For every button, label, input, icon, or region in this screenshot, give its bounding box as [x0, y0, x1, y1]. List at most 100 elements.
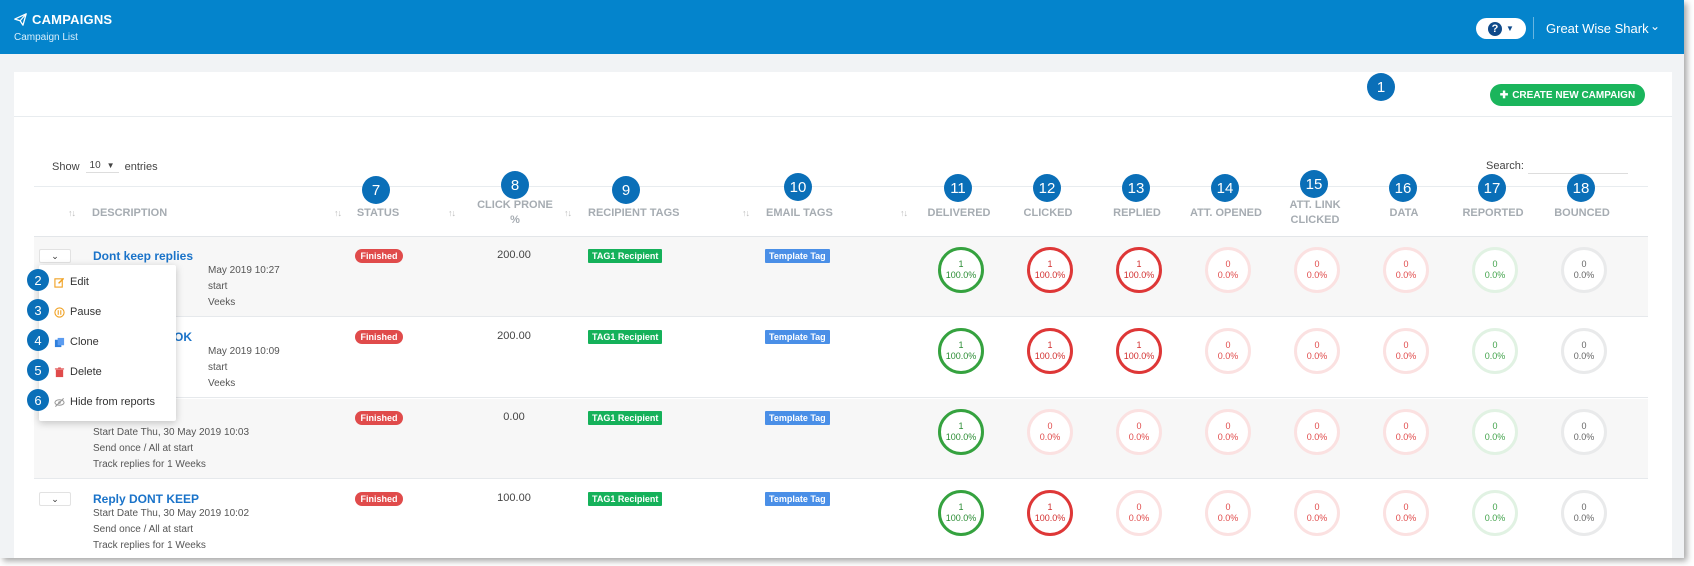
- clicked-stat-circle[interactable]: 1 100.0%: [1027, 328, 1073, 374]
- callout-badge-2: 2: [27, 269, 49, 291]
- data-count: 0: [1403, 259, 1409, 269]
- email-tag: Template Tag: [765, 411, 830, 425]
- replied-stat-circle[interactable]: 0 0.0%: [1116, 490, 1162, 536]
- menu-item-hide-from-reports[interactable]: Hide from reports: [39, 389, 176, 415]
- att-opened-stat-circle[interactable]: 0 0.0%: [1205, 328, 1251, 374]
- clicked-percent: 0.0%: [1039, 432, 1061, 442]
- delivered-stat-circle[interactable]: 1 100.0%: [938, 247, 984, 293]
- sort-icon[interactable]: ↑↓: [742, 208, 750, 218]
- bounced-stat-circle[interactable]: 0 0.0%: [1561, 247, 1607, 293]
- campaign-tracking: Track replies for 1 Weeks: [93, 540, 206, 551]
- delivered-stat-circle[interactable]: 1 100.0%: [938, 409, 984, 455]
- bounced-count: 0: [1581, 502, 1587, 512]
- sort-icon[interactable]: ↑↓: [448, 208, 456, 218]
- data-stat-circle[interactable]: 0 0.0%: [1383, 247, 1429, 293]
- row-actions-toggle[interactable]: ⌄: [39, 249, 71, 263]
- campaign-name-link[interactable]: OK: [174, 330, 192, 344]
- data-percent: 0.0%: [1395, 351, 1417, 361]
- recipient-tag: TAG1 Recipient: [588, 411, 663, 425]
- reported-stat-circle[interactable]: 0 0.0%: [1472, 409, 1518, 455]
- reported-count: 0: [1492, 421, 1498, 431]
- email-tag: Template Tag: [765, 330, 830, 344]
- column-header-delivered[interactable]: DELIVERED: [918, 206, 1000, 221]
- callout-badge-6: 6: [27, 389, 49, 411]
- menu-item-delete[interactable]: Delete: [39, 359, 176, 385]
- campaign-name-link[interactable]: Dont keep replies: [93, 249, 193, 263]
- data-stat-circle[interactable]: 0 0.0%: [1383, 490, 1429, 536]
- column-header-click-prone-line2: %: [510, 214, 520, 226]
- clicked-stat-circle[interactable]: 1 100.0%: [1027, 490, 1073, 536]
- delivered-stat-circle[interactable]: 1 100.0%: [938, 490, 984, 536]
- replied-stat-circle[interactable]: 0 0.0%: [1116, 409, 1162, 455]
- bounced-percent: 0.0%: [1573, 513, 1595, 523]
- row-actions-toggle[interactable]: ⌄: [39, 492, 71, 506]
- data-stat-circle[interactable]: 0 0.0%: [1383, 409, 1429, 455]
- menu-item-edit[interactable]: Edit: [39, 269, 176, 295]
- user-menu-name[interactable]: Great Wise Shark: [1546, 21, 1649, 36]
- search-input[interactable]: [1528, 158, 1628, 174]
- bounced-stat-circle[interactable]: 0 0.0%: [1561, 490, 1607, 536]
- column-header-bounced[interactable]: BOUNCED: [1541, 206, 1623, 221]
- column-header-reported[interactable]: REPORTED: [1452, 206, 1534, 221]
- table-row[interactable]: OK May 2019 10:09 start Veeks Finished 2…: [34, 318, 1648, 398]
- column-header-data[interactable]: DATA: [1363, 206, 1445, 221]
- data-stat-circle[interactable]: 0 0.0%: [1383, 328, 1429, 374]
- sort-icon[interactable]: ↑↓: [900, 208, 908, 218]
- sort-icon[interactable]: ↑↓: [334, 208, 342, 218]
- table-row[interactable]: Start Date Thu, 30 May 2019 10:03 Send o…: [34, 399, 1648, 479]
- sort-icon[interactable]: ↑↓: [68, 208, 76, 218]
- clicked-percent: 100.0%: [1034, 513, 1066, 523]
- att-link-clicked-stat-circle[interactable]: 0 0.0%: [1294, 328, 1340, 374]
- table-row[interactable]: ⌄ Reply DONT KEEP Start Date Thu, 30 May…: [34, 480, 1648, 558]
- user-menu-chevron-icon[interactable]: ⌄: [1650, 19, 1660, 33]
- clicked-stat-circle[interactable]: 0 0.0%: [1027, 409, 1073, 455]
- replied-stat-circle[interactable]: 1 100.0%: [1116, 247, 1162, 293]
- att-opened-stat-circle[interactable]: 0 0.0%: [1205, 409, 1251, 455]
- column-header-att-link-clicked[interactable]: ATT. LINK CLICKED: [1274, 198, 1356, 228]
- campaign-send-mode: start: [208, 281, 228, 292]
- column-header-email-tags[interactable]: EMAIL TAGS: [766, 206, 833, 221]
- column-header-clicked[interactable]: CLICKED: [1007, 206, 1089, 221]
- column-header-att-opened[interactable]: ATT. OPENED: [1185, 206, 1267, 221]
- bounced-stat-circle[interactable]: 0 0.0%: [1561, 328, 1607, 374]
- entries-per-page-select[interactable]: 10 ▼: [85, 160, 119, 173]
- att-link-clicked-stat-circle[interactable]: 0 0.0%: [1294, 409, 1340, 455]
- reported-stat-circle[interactable]: 0 0.0%: [1472, 490, 1518, 536]
- paper-plane-icon: [14, 13, 27, 26]
- callout-badge-3: 3: [27, 299, 49, 321]
- reported-stat-circle[interactable]: 0 0.0%: [1472, 328, 1518, 374]
- att-link-percent: 0.0%: [1306, 513, 1328, 523]
- app-window: CAMPAIGNS Campaign List ? ▼ Great Wise S…: [0, 0, 1684, 558]
- column-header-click-prone[interactable]: CLICK PRONE %: [470, 198, 560, 228]
- att-link-clicked-stat-circle[interactable]: 0 0.0%: [1294, 490, 1340, 536]
- column-header-status[interactable]: STATUS: [348, 206, 408, 221]
- clicked-stat-circle[interactable]: 1 100.0%: [1027, 247, 1073, 293]
- bounced-stat-circle[interactable]: 0 0.0%: [1561, 409, 1607, 455]
- callout-badge-12: 12: [1033, 174, 1061, 202]
- column-header-description[interactable]: DESCRIPTION: [92, 206, 167, 221]
- att-opened-stat-circle[interactable]: 0 0.0%: [1205, 247, 1251, 293]
- column-header-replied[interactable]: REPLIED: [1096, 206, 1178, 221]
- column-header-recipient-tags[interactable]: RECIPIENT TAGS: [588, 206, 679, 221]
- reported-percent: 0.0%: [1484, 270, 1506, 280]
- callout-badge-10: 10: [784, 173, 812, 201]
- att-link-percent: 0.0%: [1306, 270, 1328, 280]
- breadcrumb[interactable]: Campaign List: [14, 32, 112, 43]
- table-row[interactable]: ⌄ Dont keep replies May 2019 10:27 start…: [34, 237, 1648, 317]
- reported-stat-circle[interactable]: 0 0.0%: [1472, 247, 1518, 293]
- sort-icon[interactable]: ↑↓: [564, 208, 572, 218]
- create-new-campaign-button[interactable]: ✚ CREATE NEW CAMPAIGN: [1490, 84, 1645, 106]
- att-opened-stat-circle[interactable]: 0 0.0%: [1205, 490, 1251, 536]
- help-menu-button[interactable]: ? ▼: [1476, 18, 1526, 39]
- att-link-clicked-stat-circle[interactable]: 0 0.0%: [1294, 247, 1340, 293]
- menu-item-pause[interactable]: Pause: [39, 299, 176, 325]
- delivered-stat-circle[interactable]: 1 100.0%: [938, 328, 984, 374]
- att-opened-percent: 0.0%: [1217, 513, 1239, 523]
- click-prone-value: 100.00: [497, 492, 531, 504]
- replied-stat-circle[interactable]: 1 100.0%: [1116, 328, 1162, 374]
- campaign-name-link[interactable]: Reply DONT KEEP: [93, 492, 199, 506]
- menu-item-clone[interactable]: Clone: [39, 329, 176, 355]
- reported-percent: 0.0%: [1484, 513, 1506, 523]
- plus-icon: ✚: [1499, 89, 1509, 101]
- clone-icon: [54, 337, 65, 347]
